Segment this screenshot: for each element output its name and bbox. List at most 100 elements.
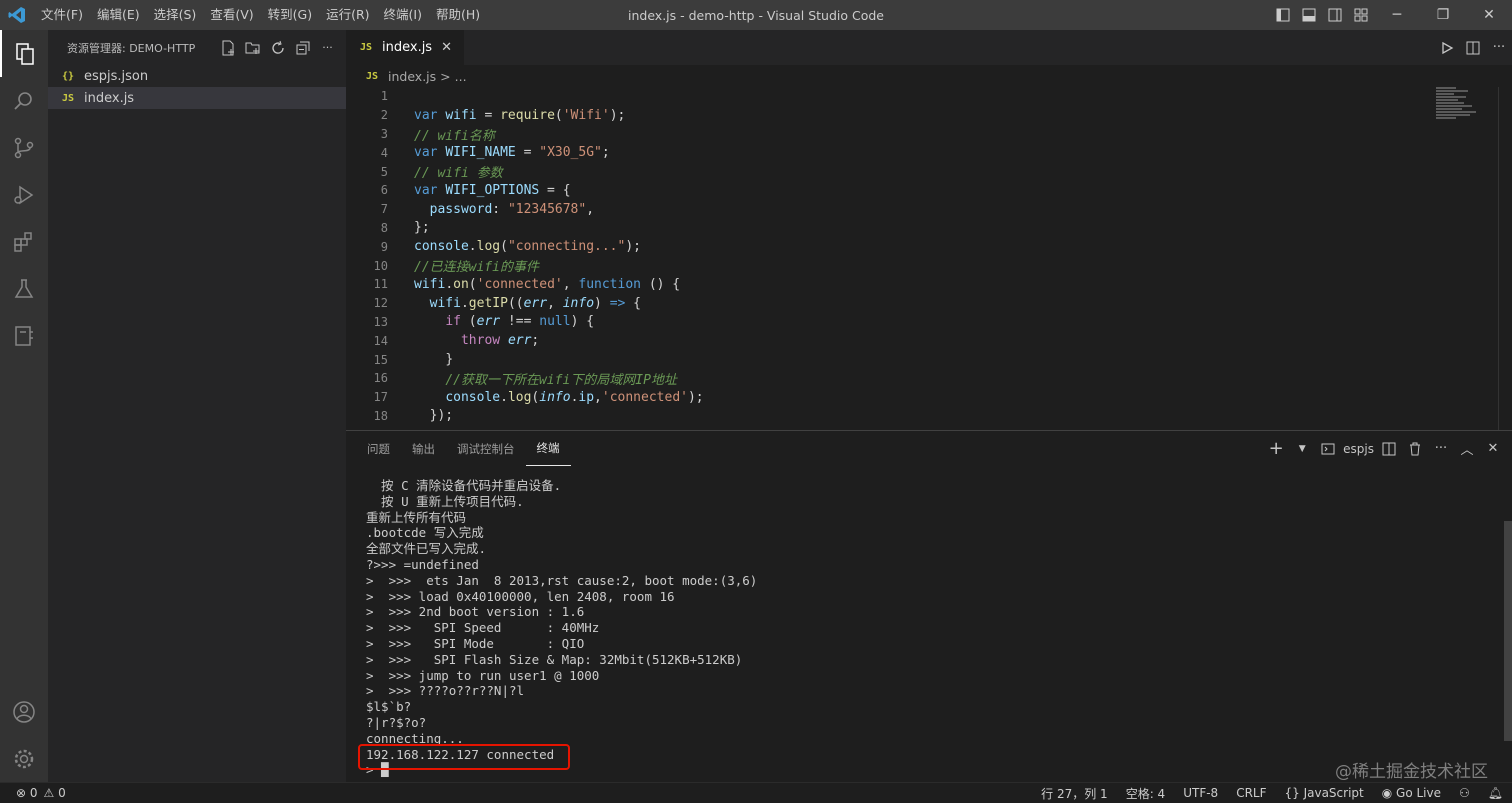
menu-terminal[interactable]: 终端(I) [377, 0, 429, 30]
menu-selection[interactable]: 选择(S) [147, 0, 204, 30]
terminal-output[interactable]: 按 C 清除设备代码并重启设备. 按 U 重新上传项目代码. 重新上传所有代码 .b… [366, 478, 1486, 778]
breadcrumb-file[interactable]: index.js [388, 69, 436, 84]
minimize-icon[interactable]: ─ [1374, 0, 1420, 30]
extensions-icon[interactable] [0, 218, 48, 265]
errors-count[interactable]: ⊗ 0 [16, 786, 38, 800]
close-window-icon[interactable]: ✕ [1466, 0, 1512, 30]
menu-help[interactable]: 帮助(H) [429, 0, 487, 30]
more-actions-icon[interactable]: ··· [315, 37, 340, 59]
tab-index-js[interactable]: JS index.js ✕ [346, 30, 464, 65]
menu-go[interactable]: 转到(G) [261, 0, 319, 30]
tab-output[interactable]: 输出 [401, 431, 446, 466]
breadcrumb: JS index.js > ... [346, 65, 1512, 87]
editor-actions: ··· [1434, 30, 1512, 65]
cursor-position[interactable]: 行 27，列 1 [1032, 785, 1117, 802]
more-actions-icon[interactable]: ··· [1486, 30, 1512, 65]
tab-problems[interactable]: 问题 [356, 431, 401, 466]
code-text: // wifi名称 [414, 128, 495, 144]
line-number: 6 [380, 183, 388, 198]
language-mode[interactable]: {} JavaScript [1276, 786, 1373, 800]
run-debug-icon[interactable] [0, 171, 48, 218]
file-item-index-js[interactable]: JS index.js [48, 87, 346, 109]
collapse-all-icon[interactable] [290, 37, 315, 59]
code-line: 5 // wifi 参数 [346, 162, 1512, 182]
encoding[interactable]: UTF-8 [1174, 786, 1227, 800]
terminal-line: ?|r?$?o? [366, 714, 427, 730]
testing-flask-icon[interactable] [0, 265, 48, 312]
menu-bar: 文件(F) 编辑(E) 选择(S) 查看(V) 转到(G) 运行(R) 终端(I… [34, 0, 487, 30]
title-controls: ─ ❐ ✕ [1270, 0, 1512, 30]
minimap[interactable] [1436, 87, 1496, 127]
title-bar: 文件(F) 编辑(E) 选择(S) 查看(V) 转到(G) 运行(R) 终端(I… [0, 0, 1512, 30]
accounts-icon[interactable] [0, 688, 48, 735]
end-of-line[interactable]: CRLF [1227, 786, 1275, 800]
terminal-scrollbar[interactable] [1504, 521, 1512, 741]
terminal-dropdown-chevron-icon[interactable]: ▼ [1291, 431, 1313, 466]
split-terminal-icon[interactable] [1378, 431, 1400, 466]
toggle-panel-icon[interactable] [1296, 0, 1322, 30]
maximize-panel-chevron-up-icon[interactable]: ︿ [1456, 431, 1478, 466]
code-line: 2 var wifi = require('Wifi'); [346, 106, 1512, 125]
js-file-icon: JS [62, 92, 75, 104]
more-actions-icon[interactable]: ··· [1430, 431, 1452, 466]
terminal-line: ?>>> =undefined [366, 556, 479, 572]
close-tab-icon[interactable]: ✕ [441, 40, 452, 55]
new-folder-icon[interactable] [240, 37, 265, 59]
device-panel-icon[interactable] [0, 312, 48, 359]
trash-icon[interactable] [1404, 431, 1426, 466]
menu-edit[interactable]: 编辑(E) [90, 0, 147, 30]
toggle-secondary-sidebar-icon[interactable] [1322, 0, 1348, 30]
explorer-icon[interactable] [0, 30, 48, 77]
editor-area: JS index.js ✕ ··· JS index.js > ... 1 2 va… [346, 30, 1512, 430]
code-text: //获取一下所在wifi下的局域网IP地址 [445, 372, 677, 388]
code-line: 12 wifi.getIP((err, info) => { [346, 294, 1512, 313]
go-live-button[interactable]: ◉ Go Live [1373, 786, 1450, 800]
menu-run[interactable]: 运行(R) [319, 0, 376, 30]
breadcrumb-symbol[interactable]: ... [455, 69, 467, 84]
settings-gear-icon[interactable] [0, 735, 48, 782]
code-text: wifi.getIP((err, info) => { [429, 295, 642, 311]
code-text: } [445, 352, 454, 368]
code-line: 9 console.log("connecting..."); [346, 237, 1512, 256]
terminal-line: > >>> ets Jan 8 2013,rst cause:2, boot m… [366, 572, 758, 588]
line-number: 14 [373, 333, 388, 348]
indentation[interactable]: 空格: 4 [1117, 785, 1175, 802]
editor-scrollbar[interactable] [1498, 87, 1512, 430]
code-line: 7 password: "12345678", [346, 200, 1512, 219]
code-line: 16 //获取一下所在wifi下的局域网IP地址 [346, 369, 1512, 388]
code-line: 4 var WIFI_NAME = "X30_5G"; [346, 143, 1512, 162]
source-control-icon[interactable] [0, 124, 48, 171]
new-file-icon[interactable] [215, 37, 240, 59]
menu-view[interactable]: 查看(V) [203, 0, 260, 30]
code-line: 6 var WIFI_OPTIONS = { [346, 181, 1512, 200]
warnings-count[interactable]: ⚠ 0 [44, 786, 66, 800]
split-editor-icon[interactable] [1460, 30, 1486, 65]
tab-label: index.js [382, 40, 433, 55]
new-terminal-plus-icon[interactable]: + [1265, 431, 1287, 466]
search-icon[interactable] [0, 77, 48, 124]
code-editor[interactable]: 1 2 var wifi = require('Wifi'); 3// wifi名称 4… [346, 87, 1512, 430]
code-text: //已连接wifi的事件 [414, 260, 539, 276]
menu-file[interactable]: 文件(F) [34, 0, 90, 30]
tab-terminal[interactable]: 终端 [525, 431, 571, 466]
json-file-icon: {} [62, 70, 75, 82]
file-item-espjs-json[interactable]: {} espjs.json [48, 65, 346, 87]
run-code-icon[interactable] [1434, 30, 1460, 65]
editor-tabs: JS index.js ✕ ··· [346, 30, 1512, 65]
feedback-icon[interactable]: ⚇ [1450, 786, 1479, 800]
line-number: 15 [373, 352, 388, 367]
customize-layout-icon[interactable] [1348, 0, 1374, 30]
activity-bar [0, 30, 48, 782]
close-panel-icon[interactable]: ✕ [1482, 431, 1504, 466]
tab-debug-console[interactable]: 调试控制台 [446, 431, 526, 466]
terminal-name[interactable]: espjs [1343, 431, 1374, 466]
terminal-line: > >>> ????o??r??N|?l [366, 683, 525, 699]
breadcrumb-separator: > [440, 68, 451, 84]
code-text: var WIFI_OPTIONS = { [414, 182, 571, 198]
refresh-icon[interactable] [265, 37, 290, 59]
notifications-bell-icon[interactable]: 🔔︎ [1479, 786, 1512, 800]
toggle-primary-sidebar-icon[interactable] [1270, 0, 1296, 30]
terminal-line: > >>> load 0x40100000, len 2408, room 16 [366, 588, 675, 604]
terminal-line: 重新上传所有代码 [366, 509, 467, 525]
restore-icon[interactable]: ❐ [1420, 0, 1466, 30]
